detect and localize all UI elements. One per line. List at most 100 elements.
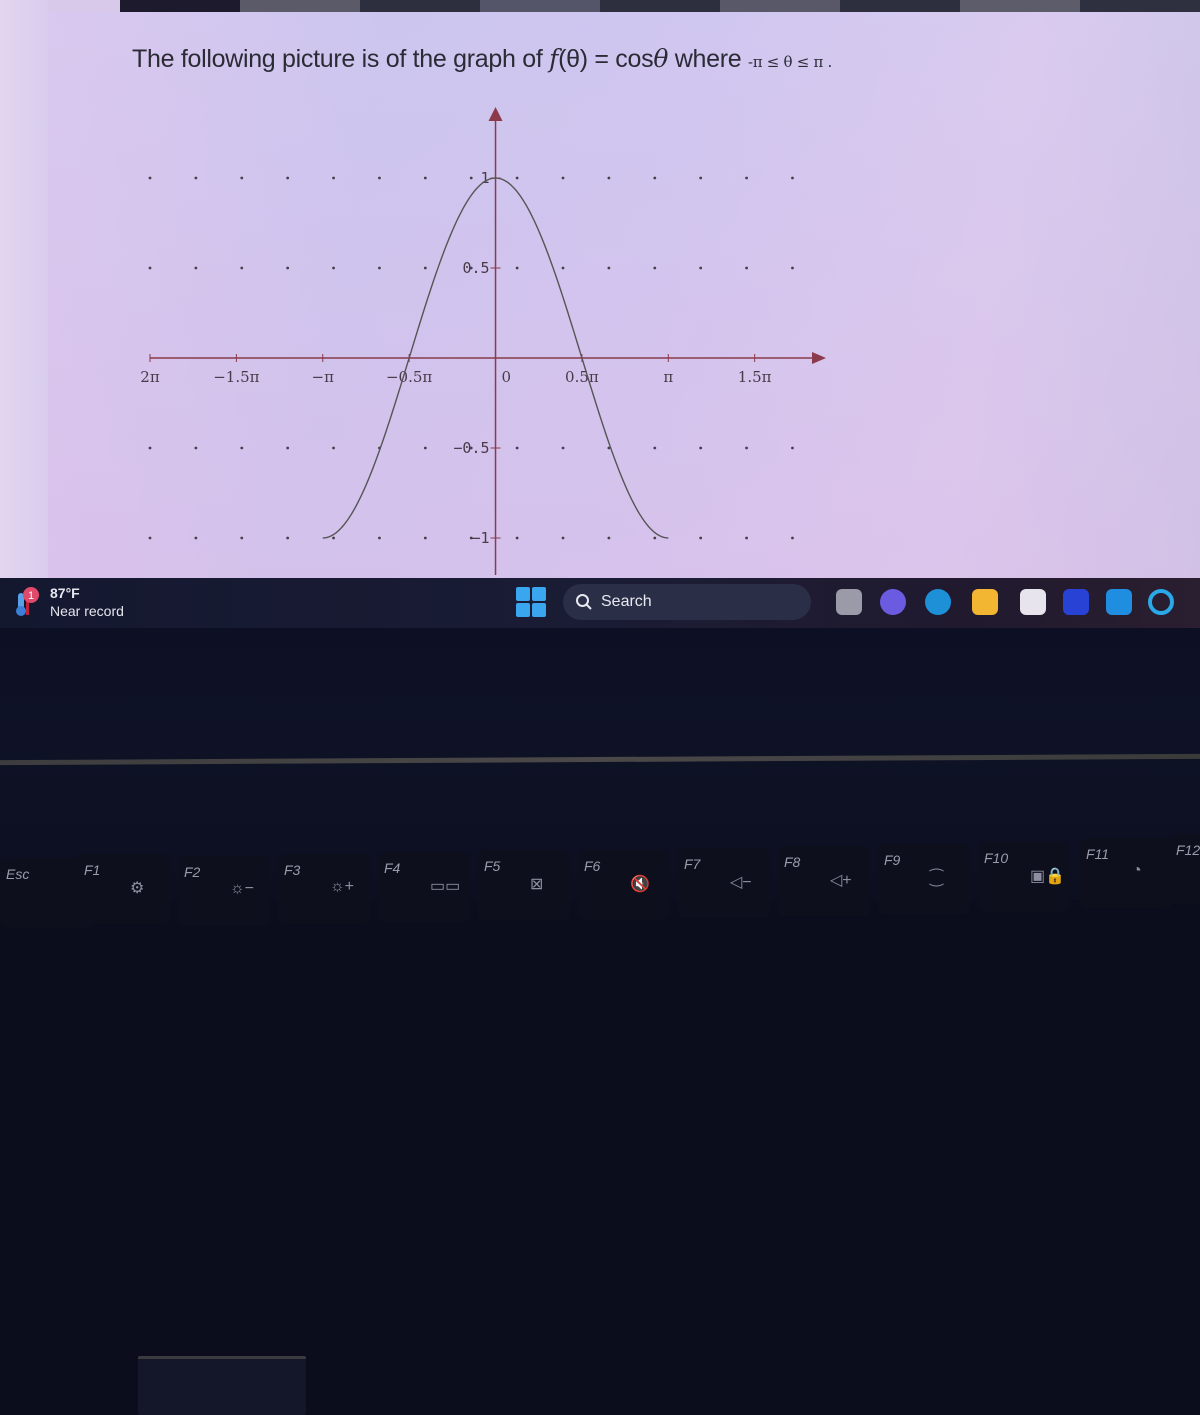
grid-dot	[653, 266, 657, 270]
grid-dot	[240, 446, 244, 450]
grid-dot	[745, 536, 748, 540]
windows-logo-tile	[532, 587, 546, 601]
grid-dot	[194, 536, 198, 540]
windows-logo-tile	[532, 603, 546, 617]
grid-dot	[515, 266, 519, 270]
grid-dot	[791, 536, 794, 540]
weather-desc: Near record	[50, 603, 124, 619]
grid-dot	[653, 536, 657, 540]
function-key-row: Esc F1 ⚙ F2 ☼− F3 ☼+ F4 ▭▭ F5 ⊠ F6 🔇 F7 ◁− F8 ◁+ F9 ⁐ F10 ▣🔒…	[0, 820, 1200, 928]
grid-dot	[561, 266, 565, 270]
key-label: F10	[984, 850, 1009, 866]
search-app-icon[interactable]	[1063, 589, 1089, 615]
search-label: Search	[601, 593, 652, 610]
x-tick-label: 0	[502, 368, 512, 386]
search-icon	[576, 594, 592, 610]
key-f11[interactable]: F11 ◔	[1080, 838, 1172, 908]
top-window-strip	[0, 0, 1200, 12]
windows-taskbar: 1 87°F Near record Search	[0, 578, 1200, 628]
start-button[interactable]	[516, 587, 546, 617]
key-f9[interactable]: F9 ⁐	[878, 844, 970, 914]
teams-meet-icon[interactable]	[880, 589, 906, 615]
key-label: F6	[584, 858, 601, 874]
key-label: F11	[1086, 846, 1110, 862]
key-f5[interactable]: F5 ⊠	[478, 850, 570, 920]
grid-dot	[286, 446, 290, 450]
x-tick-label: −1.5π	[213, 368, 259, 386]
key-f10[interactable]: F10 ▣🔒	[978, 842, 1070, 912]
grid-dot	[332, 266, 335, 270]
key-f7[interactable]: F7 ◁−	[678, 848, 770, 918]
chart-svg: 2π −1.5π −π −0.5π 0 0.5π π 1.5π10.5−0.5−1	[140, 107, 826, 575]
grid-dot	[332, 536, 335, 540]
y-axis-arrow	[488, 107, 503, 121]
grid-dot	[148, 536, 152, 540]
key-f4[interactable]: F4 ▭▭	[378, 852, 470, 922]
grid-dot	[378, 266, 381, 270]
key-f6[interactable]: F6 🔇	[578, 850, 670, 920]
weather-temp: 87°F	[50, 585, 80, 601]
key-f9-icon: ⁐	[930, 870, 943, 887]
function-equals: = cos	[587, 45, 654, 73]
key-f8[interactable]: F8 ◁+	[778, 846, 870, 916]
grid-dot	[699, 176, 703, 180]
grid-dot	[240, 536, 244, 540]
grid-dot	[653, 446, 657, 450]
file-explorer-icon[interactable]	[972, 589, 998, 615]
grid-dot	[653, 176, 657, 180]
key-label: F1	[84, 862, 101, 878]
key-f10-icon: ▣🔒	[1030, 868, 1066, 885]
grid-dot	[240, 176, 244, 180]
x-tick-label: π	[663, 368, 673, 386]
grid-dot	[378, 176, 381, 180]
grid-dot	[148, 446, 152, 450]
grid-dot	[745, 176, 748, 180]
key-f1[interactable]: F1 ⚙	[78, 854, 170, 924]
grid-dot	[286, 176, 290, 180]
key-f2-icon: ☼−	[230, 880, 255, 897]
key-label: F2	[184, 864, 201, 880]
grid-dot	[332, 446, 335, 450]
grid-dot	[194, 176, 198, 180]
key-f12[interactable]: F12	[1170, 834, 1200, 904]
grid-dot	[745, 446, 748, 450]
cortana-icon[interactable]	[1148, 589, 1174, 615]
edge-icon[interactable]	[925, 589, 951, 615]
x-tick-label: 0.5π	[565, 368, 599, 386]
grid-dot	[378, 536, 381, 540]
x-axis-arrow	[812, 352, 826, 364]
thermometer-icon: 1	[16, 587, 39, 616]
key-label: F8	[784, 854, 801, 870]
weather-badge: 1	[28, 590, 34, 602]
x-tick-label: 2π	[140, 368, 160, 386]
grid-dot	[515, 446, 519, 450]
taskbar-search[interactable]: Search	[563, 584, 811, 620]
windows-logo-tile	[516, 603, 530, 617]
microsoft-store-icon[interactable]	[1020, 589, 1046, 615]
key-f3[interactable]: F3 ☼+	[278, 854, 370, 924]
key-f3-icon: ☼+	[330, 878, 355, 895]
grid-dot	[607, 536, 611, 540]
grid-dot	[561, 446, 565, 450]
grid-dot	[791, 266, 794, 270]
y-tick-label: −1	[471, 529, 489, 547]
grid-dot	[515, 536, 519, 540]
key-f1-icon: ⚙	[130, 880, 145, 897]
grid-dot	[791, 176, 794, 180]
grid-dot	[423, 536, 427, 540]
key-label: F12	[1176, 842, 1200, 858]
y-tick-label: 0.5	[462, 259, 489, 277]
mail-icon[interactable]	[1106, 589, 1132, 615]
grid-dot	[469, 176, 473, 180]
left-window-edge	[0, 0, 48, 578]
key-f8-icon: ◁+	[830, 872, 852, 889]
hinge-block	[138, 1356, 306, 1415]
key-label: F4	[384, 860, 401, 876]
grid-dot	[607, 266, 611, 270]
task-view-icon[interactable]	[836, 589, 862, 615]
grid-dot	[561, 176, 565, 180]
key-label: Esc	[6, 866, 30, 882]
grid-dot	[561, 536, 565, 540]
key-f2[interactable]: F2 ☼−	[178, 856, 270, 926]
weather-widget[interactable]: 1 87°F Near record	[10, 584, 124, 620]
